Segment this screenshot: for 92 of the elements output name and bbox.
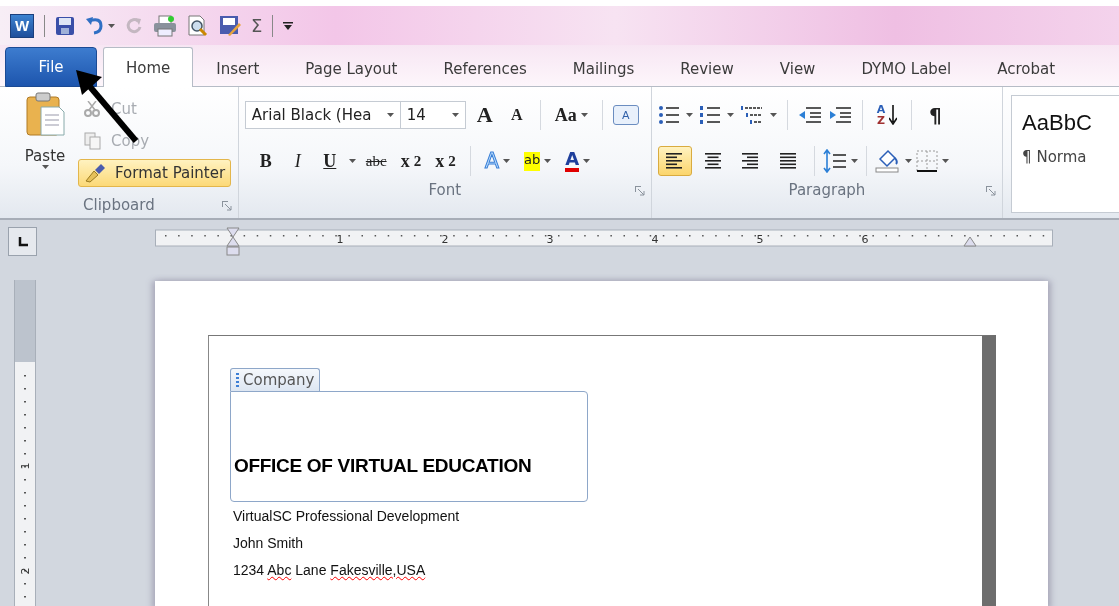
borders-icon[interactable] <box>915 150 938 172</box>
show-formatting-button[interactable]: ¶ <box>922 100 949 130</box>
caret-icon[interactable] <box>904 159 912 163</box>
file-tab[interactable]: File <box>5 47 97 87</box>
customize-icon[interactable] <box>283 20 294 31</box>
ribbon-tab[interactable]: Review <box>657 50 757 87</box>
caret-icon[interactable] <box>685 113 693 117</box>
caret-icon[interactable] <box>941 159 949 163</box>
grow-font-button[interactable]: A <box>471 100 498 130</box>
style-gallery-item[interactable]: AaBbC ¶ Norma <box>1011 95 1119 213</box>
align-left-icon <box>664 151 685 171</box>
format-button[interactable]: abc <box>361 146 391 176</box>
ribbon-tab[interactable]: References <box>420 50 550 87</box>
ruler-number: 5 <box>756 232 764 246</box>
scissors-icon <box>84 101 102 117</box>
dialog-launcher-icon[interactable] <box>634 186 645 196</box>
clipboard-icon <box>25 91 65 137</box>
drag-handle-icon[interactable] <box>236 373 239 387</box>
ribbon-tab[interactable]: Mailings <box>549 50 658 87</box>
caret-icon[interactable] <box>850 159 858 163</box>
ribbon-tab[interactable]: Acrobat <box>974 50 1079 87</box>
group-label: Font <box>428 181 462 199</box>
caret-icon[interactable] <box>451 113 459 117</box>
ruler-number: 1 <box>336 232 344 246</box>
content-control-tag[interactable]: Company <box>230 368 321 391</box>
undo-icon[interactable] <box>85 16 105 35</box>
decrease-indent-icon[interactable] <box>797 105 822 125</box>
caret-icon[interactable] <box>544 159 552 163</box>
document-text: 1234 Abc Lane Fakesville,USA <box>233 562 427 580</box>
ribbon-tab[interactable]: DYMO Label <box>838 50 975 87</box>
print-preview-icon[interactable] <box>187 14 209 37</box>
numbering-icon[interactable] <box>698 105 721 125</box>
down-arrow-icon <box>889 105 898 125</box>
format-button[interactable]: I <box>284 146 311 176</box>
shrink-font-button[interactable]: A <box>503 100 530 130</box>
document-text: John Smith <box>233 535 305 553</box>
ribbon-tab[interactable]: View <box>756 50 839 87</box>
format-button[interactable]: B <box>252 146 279 176</box>
increase-indent-icon[interactable] <box>827 105 852 125</box>
line-spacing-icon[interactable] <box>822 149 847 173</box>
sort-button[interactable]: A Z <box>872 100 902 130</box>
left-tab-icon <box>17 236 28 247</box>
caret-icon[interactable] <box>386 113 394 117</box>
caret-icon[interactable] <box>108 23 115 28</box>
multilevel-list-icon[interactable] <box>739 105 764 125</box>
save-icon[interactable] <box>55 15 75 36</box>
font-color-button[interactable]: A <box>561 146 595 176</box>
caret-icon[interactable] <box>769 113 777 117</box>
form-edit-icon[interactable] <box>219 14 241 37</box>
format-painter-button[interactable]: Format Painter <box>78 159 232 187</box>
font-size-field[interactable]: 14 <box>399 101 466 129</box>
ribbon-tab[interactable]: Home <box>103 47 194 87</box>
caret-icon[interactable] <box>503 159 510 163</box>
caret-icon[interactable] <box>583 159 591 163</box>
printer-icon[interactable] <box>153 14 177 37</box>
ruler-number: 2 <box>441 232 449 246</box>
caret-icon[interactable] <box>580 113 588 117</box>
align-right-icon <box>740 151 761 171</box>
ruler-number: 6 <box>861 232 869 246</box>
right-indent-marker[interactable] <box>963 236 977 246</box>
bullets-icon[interactable] <box>657 105 680 125</box>
align-center-icon <box>702 151 723 171</box>
app-logo[interactable]: W <box>10 13 34 38</box>
document-text: VirtualSC Professional Development <box>233 508 461 526</box>
ruler-number: 1 <box>19 462 32 470</box>
ruler-number: 3 <box>546 232 554 246</box>
change-case-button[interactable]: Aa <box>550 100 592 130</box>
group-label: Clipboard <box>83 196 155 214</box>
shading-icon[interactable] <box>874 149 901 173</box>
tab-selector[interactable] <box>8 227 37 256</box>
ruler-number: 2 <box>19 567 32 575</box>
dialog-launcher-icon[interactable] <box>986 186 997 196</box>
ruler-number: 4 <box>651 232 659 246</box>
copy-icon <box>84 132 102 150</box>
ribbon-tab[interactable]: Insert <box>193 50 283 87</box>
indent-marker[interactable] <box>226 227 240 255</box>
highlight-button[interactable]: ab <box>520 146 556 176</box>
format-button[interactable]: U <box>316 146 343 176</box>
paste-button[interactable]: Paste <box>16 87 74 192</box>
content-control[interactable]: OFFICE OF VIRTUAL EDUCATION <box>230 391 588 502</box>
caret-icon[interactable] <box>726 113 734 117</box>
group-label: Paragraph <box>788 181 866 199</box>
align-justify-icon <box>778 151 799 171</box>
dialog-launcher-icon[interactable] <box>221 201 232 211</box>
caret-icon[interactable] <box>41 165 49 169</box>
paintbrush-icon <box>84 163 106 183</box>
ribbon-tab[interactable]: Page Layout <box>282 50 421 87</box>
align-button[interactable] <box>657 146 692 176</box>
caret-icon[interactable] <box>348 159 356 163</box>
clear-formatting-button[interactable]: A <box>612 105 639 125</box>
sum-icon[interactable]: Σ <box>251 15 263 36</box>
font-name-field[interactable]: Arial Black (Hea <box>244 101 401 129</box>
